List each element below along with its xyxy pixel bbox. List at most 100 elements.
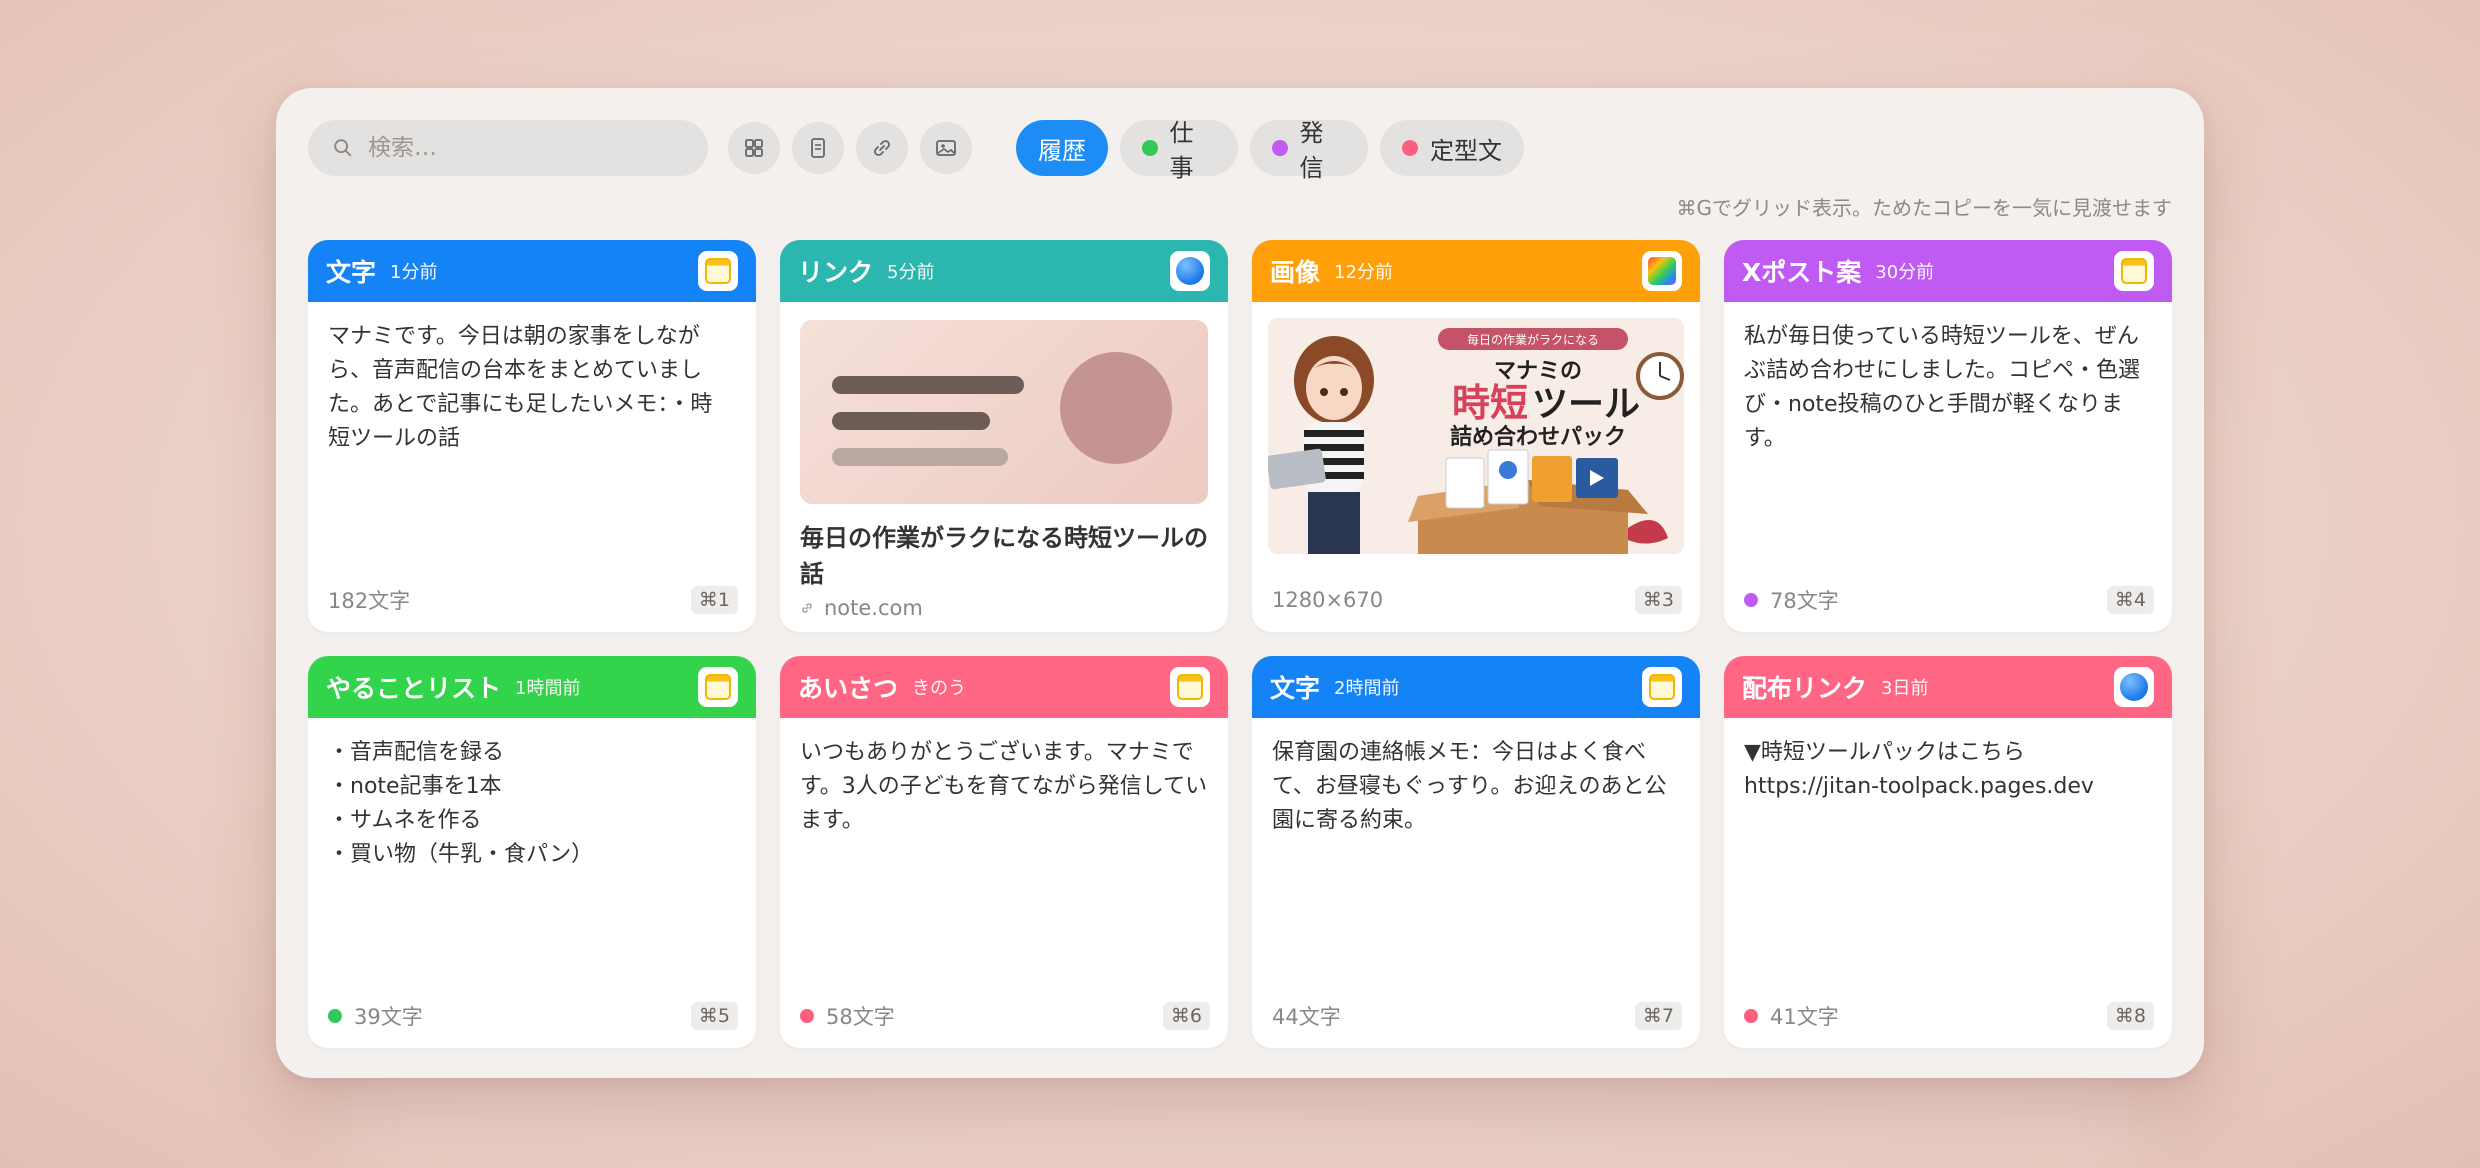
image-icon xyxy=(936,140,956,156)
grid-view-button[interactable] xyxy=(728,122,780,174)
filter-chip-post[interactable]: 発信 xyxy=(1250,119,1368,182)
notes-app-icon xyxy=(705,258,731,284)
shortcut-badge: ⌘1 xyxy=(690,586,738,614)
notes-app-icon xyxy=(1649,674,1675,700)
card-type: リンク xyxy=(798,258,874,287)
clip-card-8[interactable]: 配布リンク 3日前 ▼時短ツールパックはこちら https://jitan-to… xyxy=(1724,656,2172,1048)
clip-card-1[interactable]: 文字 1分前 マナミです。今日は朝の家事をしなが ら、音声配信の台本をまとめてい… xyxy=(308,240,756,632)
banner-text: 毎日の作業がラクになる xyxy=(1467,332,1599,347)
tag-dot-green xyxy=(1142,140,1158,156)
clip-card-7[interactable]: 文字 2時間前 保育園の連絡帳メモ：今日はよく食べ て、お昼寝もぐっすり。お迎え… xyxy=(1252,656,1700,1048)
search-box[interactable] xyxy=(308,120,708,176)
card-footer: 39文字 ⌘5 xyxy=(328,1002,738,1030)
filter-chip-label: 仕事 xyxy=(1169,119,1194,182)
card-time: 1分前 xyxy=(390,262,438,283)
shortcut-badge: ⌘3 xyxy=(1634,586,1682,614)
grid-icon xyxy=(745,139,763,157)
clip-card-5[interactable]: やることリスト 1時間前 ・音声配信を録る ・note記事を1本 ・サムネを作る… xyxy=(308,656,756,1048)
card-time: 1時間前 xyxy=(515,678,581,699)
photos-app-icon xyxy=(1648,257,1676,285)
card-footer: 182文字 ⌘1 xyxy=(328,586,738,614)
source-app-badge xyxy=(1170,251,1210,291)
link-preview-image xyxy=(800,320,1208,504)
card-header: 文字 1分前 xyxy=(308,240,756,302)
clip-card-6[interactable]: あいさつ きのう いつもありがとうございます。マナミで す。3人の子どもを育てな… xyxy=(780,656,1228,1048)
shortcut-badge: ⌘5 xyxy=(690,1002,738,1030)
tag-dot-purple xyxy=(1272,140,1288,156)
tag-dot-pink xyxy=(1402,140,1418,156)
char-count: 78文字 xyxy=(1770,589,1839,613)
thumb-line3: 詰め合わせパック xyxy=(1450,424,1626,450)
source-app-badge xyxy=(1642,251,1682,291)
card-footer: 78文字 ⌘4 xyxy=(1744,586,2154,614)
link-domain: note.com xyxy=(780,592,1228,620)
card-text: ・音声配信を録る ・note記事を1本 ・サムネを作る ・買い物（牛乳・食パン） xyxy=(328,740,594,867)
char-count: 44文字 xyxy=(1272,1005,1341,1029)
card-type: あいさつ xyxy=(798,674,899,703)
filter-chip-label: 定型文 xyxy=(1430,136,1502,165)
card-time: 2時間前 xyxy=(1334,678,1400,699)
shortcut-badge: ⌘8 xyxy=(2106,1002,2154,1030)
char-count: 58文字 xyxy=(826,1005,895,1029)
card-text: いつもありがとうございます。マナミで す。3人の子どもを育てながら発信してい ま… xyxy=(800,740,1208,833)
preview-line xyxy=(832,412,990,430)
filter-chip-label: 履歴 xyxy=(1038,136,1086,165)
card-type: Xポスト案 xyxy=(1742,258,1862,287)
source-app-badge xyxy=(2114,667,2154,707)
card-text: ▼時短ツールパックはこちら https://jitan-toolpack.pag… xyxy=(1744,740,2094,799)
card-header: 文字 2時間前 xyxy=(1252,656,1700,718)
card-type: やることリスト xyxy=(326,674,502,703)
clip-card-2[interactable]: リンク 5分前 毎日の作業がラクになる時短ツールの 話 note.com xyxy=(780,240,1228,632)
card-time: きのう xyxy=(912,678,967,699)
card-header: Xポスト案 30分前 xyxy=(1724,240,2172,302)
clip-card-4[interactable]: Xポスト案 30分前 私が毎日使っている時短ツールを、ぜん ぶ詰め合わせにしまし… xyxy=(1724,240,2172,632)
thumb-line2a: 時短 xyxy=(1452,381,1528,425)
link-icon xyxy=(874,140,890,156)
card-type: 文字 xyxy=(1270,674,1321,703)
filter-chip-template[interactable]: 定型文 xyxy=(1380,120,1524,176)
source-app-badge xyxy=(2114,251,2154,291)
domain-text: note.com xyxy=(824,596,923,620)
card-footer: 1280×670 ⌘3 xyxy=(1272,586,1682,614)
text-icon xyxy=(811,138,825,158)
toolbar: 履歴 仕事 発信 定型文 xyxy=(308,119,2188,182)
thumb-line2b: ツール xyxy=(1532,384,1640,425)
image-dimensions: 1280×670 xyxy=(1272,588,1384,612)
tag-dot-purple xyxy=(1744,593,1758,607)
image-thumbnail: 毎日の作業がラクになる マナミの 時短 ツール 詰め合わせパック xyxy=(1268,318,1684,554)
image-filter-button[interactable] xyxy=(920,122,972,174)
search-input[interactable] xyxy=(368,135,688,161)
notes-app-icon xyxy=(705,674,731,700)
tag-dot-pink xyxy=(1744,1009,1758,1023)
tag-dot-pink xyxy=(800,1009,814,1023)
char-count: 182文字 xyxy=(328,589,411,613)
text-filter-button[interactable] xyxy=(792,122,844,174)
card-header: 画像 12分前 xyxy=(1252,240,1700,302)
card-footer: 44文字 ⌘7 xyxy=(1272,1002,1682,1030)
card-header: やることリスト 1時間前 xyxy=(308,656,756,718)
card-time: 5分前 xyxy=(887,262,935,283)
safari-app-icon xyxy=(2120,673,2148,701)
source-app-badge xyxy=(1170,667,1210,707)
filter-chip-work[interactable]: 仕事 xyxy=(1120,119,1238,182)
card-text: 保育園の連絡帳メモ：今日はよく食べ て、お昼寝もぐっすり。お迎えのあと公 園に寄… xyxy=(1272,740,1667,833)
card-header: リンク 5分前 xyxy=(780,240,1228,302)
grid-hint-text: ⌘Gでグリッド表示。ためたコピーを一気に見渡せます xyxy=(1676,196,2173,220)
filter-chip-label: 発信 xyxy=(1299,119,1324,182)
notes-app-icon xyxy=(2121,258,2147,284)
filter-chip-history[interactable]: 履歴 xyxy=(1016,120,1108,176)
preview-line xyxy=(832,448,1008,466)
card-type: 文字 xyxy=(326,258,377,287)
thumbnail-illustration: 毎日の作業がラクになる マナミの 時短 ツール 詰め合わせパック xyxy=(1268,318,1684,554)
clipboard-panel: 履歴 仕事 発信 定型文 ⌘Gでグリッド表示。ためたコピーを一気に見渡せます 文… xyxy=(276,88,2204,1078)
source-app-badge xyxy=(1642,667,1682,707)
card-text: マナミです。今日は朝の家事をしなが ら、音声配信の台本をまとめていまし た。あと… xyxy=(328,324,713,451)
char-count: 41文字 xyxy=(1770,1005,1839,1029)
char-count: 39文字 xyxy=(354,1005,423,1029)
clip-card-3[interactable]: 画像 12分前 毎日の作業がラクになる マナミの 時短 ツール 詰め合わせパック… xyxy=(1252,240,1700,632)
link-icon xyxy=(802,603,812,613)
link-title: 毎日の作業がラクになる時短ツールの 話 xyxy=(800,524,1208,588)
card-type: 画像 xyxy=(1270,258,1321,287)
card-header: あいさつ きのう xyxy=(780,656,1228,718)
link-filter-button[interactable] xyxy=(856,122,908,174)
